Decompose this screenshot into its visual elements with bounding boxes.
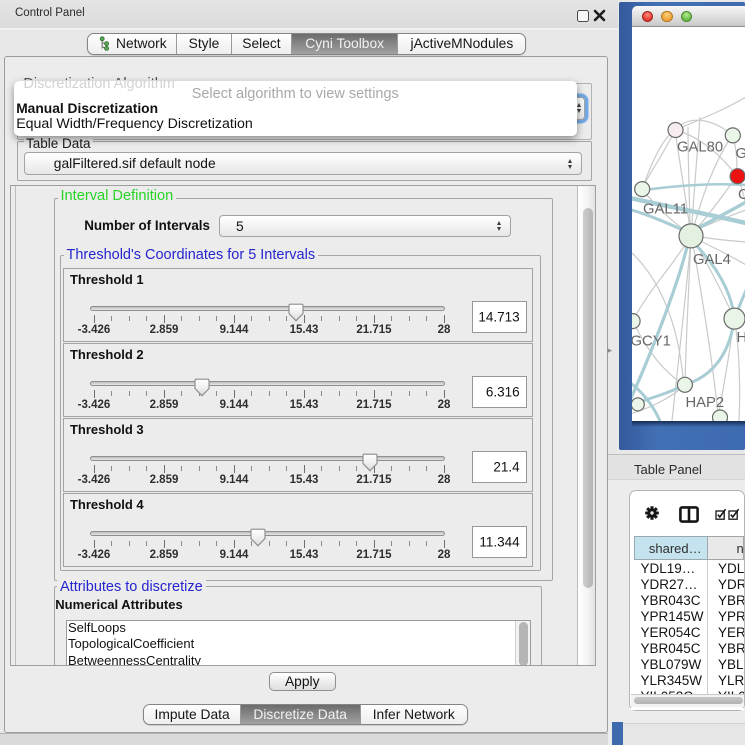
svg-text:GCY1: GCY1 <box>632 334 671 350</box>
svg-text:GAL11: GAL11 <box>643 202 688 218</box>
svg-text:GAL4: GAL4 <box>693 252 731 268</box>
svg-text:HAP2: HAP2 <box>685 395 724 411</box>
svg-text:G.: G. <box>735 146 745 162</box>
svg-text:H: H <box>736 330 745 346</box>
svg-text:C: C <box>738 187 745 203</box>
svg-text:GAL80: GAL80 <box>677 140 723 156</box>
